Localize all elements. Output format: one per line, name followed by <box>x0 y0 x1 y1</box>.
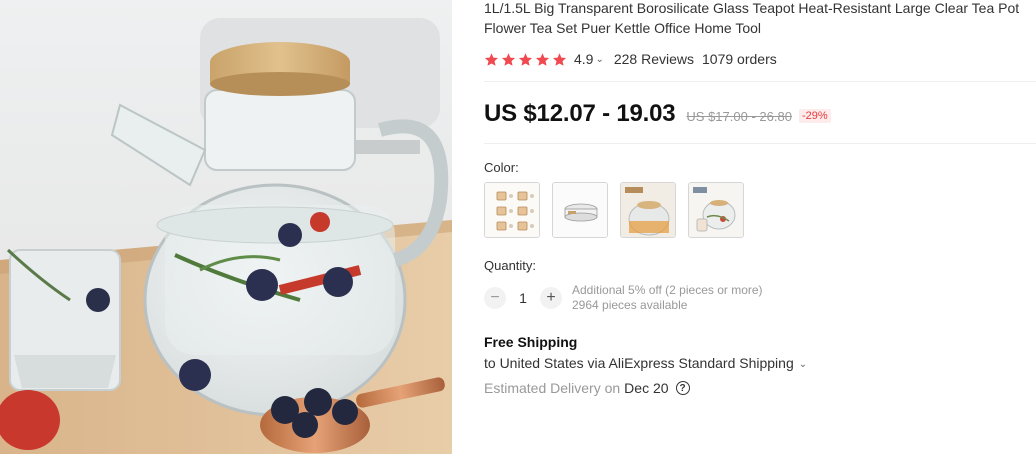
teapot-lid-thumbnail <box>621 183 675 237</box>
six-cups-thumbnail <box>485 183 539 237</box>
shipping-title: Free Shipping <box>484 334 578 350</box>
eta-date: Dec 20 <box>624 380 669 396</box>
chevron-down-icon[interactable]: ⌄ <box>799 359 807 370</box>
star-icon <box>501 52 516 66</box>
tray-thumbnail <box>553 183 607 237</box>
rating-stars <box>484 52 567 67</box>
color-options <box>484 182 744 238</box>
product-main-image[interactable] <box>0 0 452 454</box>
shipping-method[interactable]: to United States via AliExpress Standard… <box>484 355 807 371</box>
color-option-tray[interactable] <box>552 182 608 238</box>
star-icon <box>518 52 533 66</box>
divider <box>484 81 1036 82</box>
teapot-set-thumbnail <box>689 183 743 237</box>
quantity-stepper: − 1 + Additional 5% off (2 pieces or mor… <box>484 283 763 313</box>
minus-icon[interactable]: − <box>484 287 506 309</box>
discount-badge: -29% <box>798 108 831 123</box>
quantity-label: Quantity: <box>484 258 537 273</box>
product-title-line1: 1L/1.5L Big Transparent Borosilicate Gla… <box>484 0 1020 16</box>
divider <box>484 143 1036 144</box>
quantity-value[interactable]: 1 <box>506 290 540 306</box>
quantity-notes: Additional 5% off (2 pieces or more) 296… <box>572 283 763 313</box>
eta-label: Estimated Delivery on <box>484 380 621 396</box>
star-icon <box>484 52 499 66</box>
original-price: US $17.00 - 26.80 <box>686 108 792 124</box>
color-option-teapot-set[interactable] <box>688 182 744 238</box>
color-label: Color: <box>484 160 519 175</box>
star-icon <box>535 52 550 66</box>
color-option-six-cups[interactable] <box>484 182 540 238</box>
bulk-discount-note: Additional 5% off (2 pieces or more) <box>572 283 763 297</box>
chevron-down-icon[interactable]: ⌄ <box>595 54 603 65</box>
product-title-line2: Flower Tea Set Puer Kettle Office Home T… <box>484 20 762 36</box>
help-icon[interactable]: ? <box>675 381 690 395</box>
plus-icon[interactable]: + <box>540 287 562 309</box>
estimated-delivery: Estimated Delivery on Dec 20 ? <box>484 380 690 396</box>
shipping-destination[interactable]: to United States via AliExpress Standard… <box>484 355 794 371</box>
reviews-link[interactable]: 228 Reviews <box>614 51 694 67</box>
orders-count: 1079 orders <box>702 51 777 67</box>
rating-value[interactable]: 4.9 <box>574 51 593 67</box>
star-icon <box>552 52 567 66</box>
color-option-teapot-lid[interactable] <box>620 182 676 238</box>
current-price: US $12.07 - 19.03 <box>484 100 676 127</box>
product-title: 1L/1.5L Big Transparent Borosilicate Gla… <box>484 0 1036 38</box>
price-row: US $12.07 - 19.03 US $17.00 - 26.80 -29% <box>484 100 831 128</box>
rating-row: 4.9 ⌄ 228 Reviews 1079 orders <box>484 49 777 69</box>
stock-available: 2964 pieces available <box>572 298 688 312</box>
